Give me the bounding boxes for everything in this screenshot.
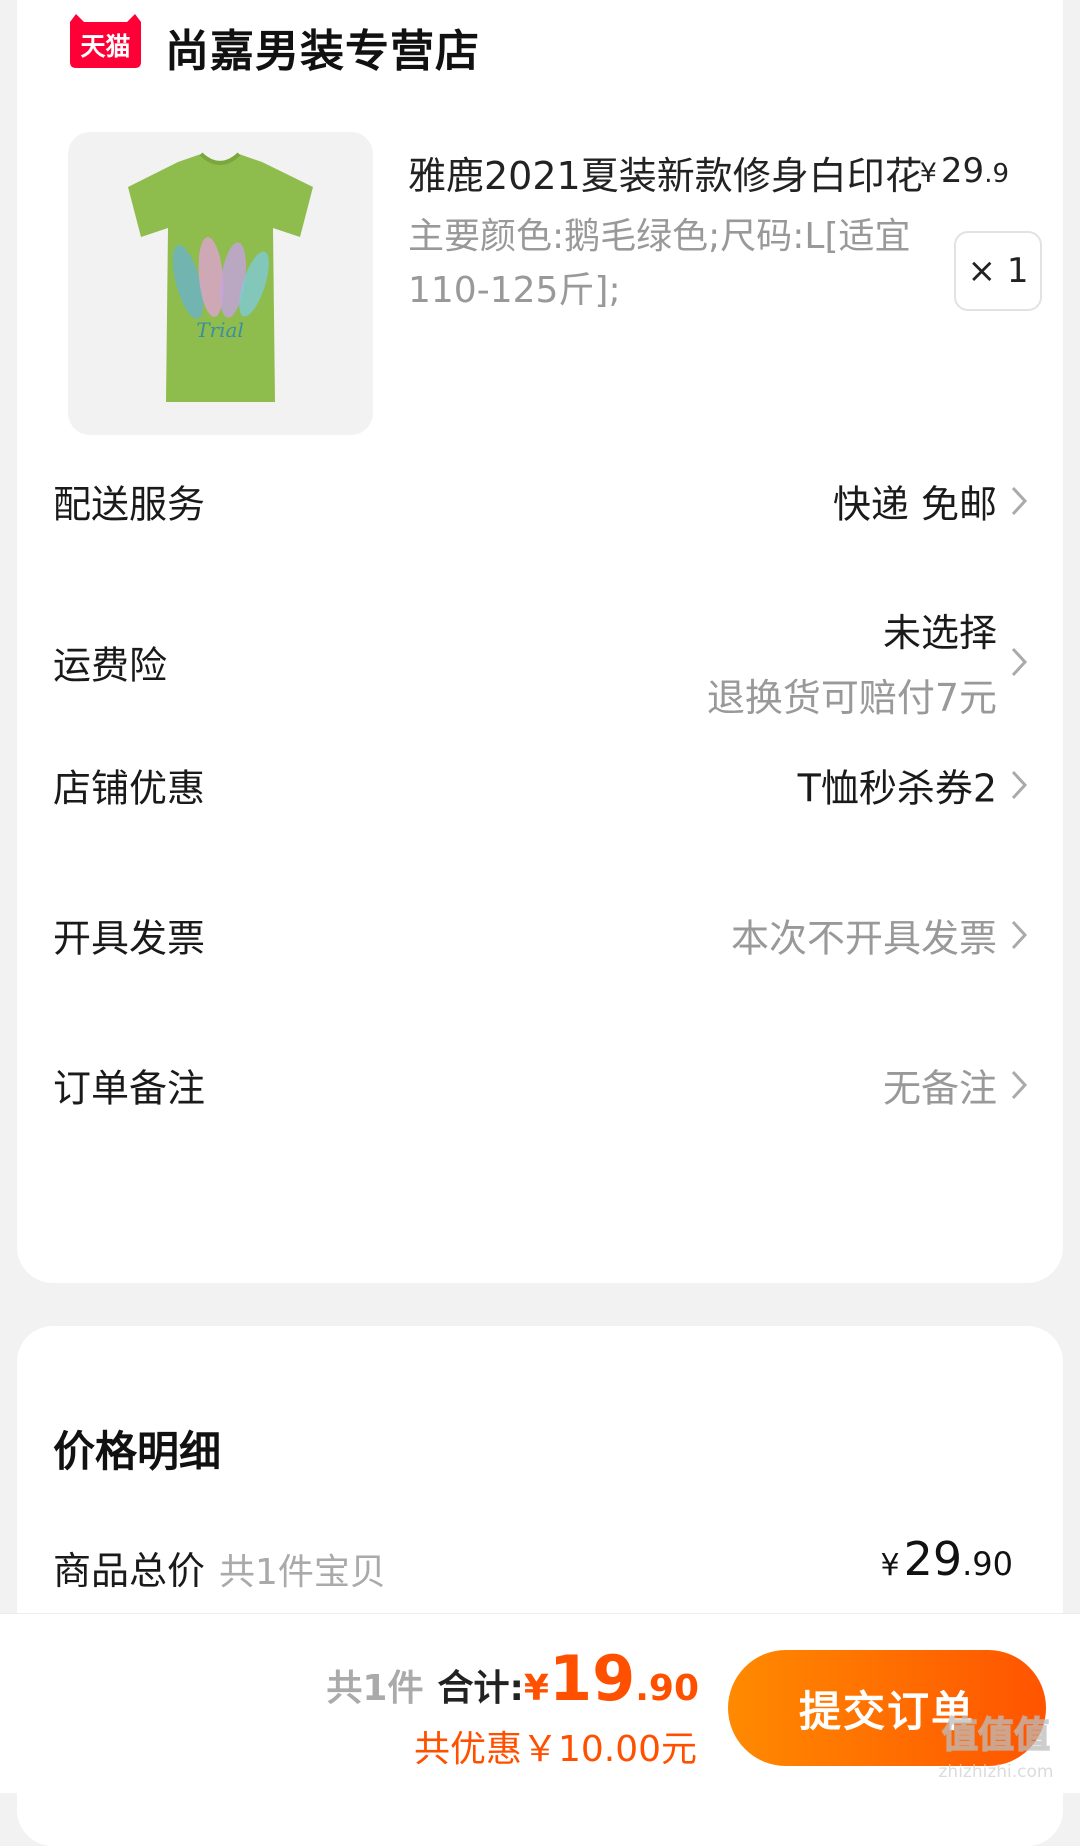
checkout-bar: 共1件 合计:¥19.90 共优惠￥10.00元 提交订单 值值值 zhizhiz…: [0, 1613, 1080, 1793]
shop-name[interactable]: 尚嘉男装专营店: [165, 15, 480, 79]
row-value: 本次不开具发票: [730, 916, 997, 961]
goods-total-label: 商品总价 共1件宝贝: [53, 1540, 386, 1595]
goods-total-value: ¥29.90: [880, 1532, 1013, 1586]
item-count: 共1件: [326, 1668, 424, 1709]
row-label: 运费险: [53, 643, 168, 688]
currency-symbol: ¥: [919, 158, 937, 189]
row-invoice[interactable]: 开具发票 本次不开具发票: [17, 895, 1063, 975]
chevron-right-icon: [1011, 486, 1028, 516]
svg-text:Trial: Trial: [196, 318, 244, 342]
order-card: 天猫 尚嘉男装专营店 Trial 雅鹿2021夏装新款修身白印花 ¥29.9 主…: [17, 0, 1063, 1283]
order-total: 共1件 合计:¥19.90: [326, 1642, 699, 1715]
price-detail-heading: 价格明细: [53, 1427, 222, 1476]
chevron-right-icon: [1011, 1070, 1028, 1100]
product-image[interactable]: Trial: [68, 132, 373, 435]
row-label: 店铺优惠: [53, 766, 206, 811]
row-value-main: 未选择: [882, 611, 997, 655]
chevron-right-icon: [1011, 770, 1028, 800]
price-integer: 29: [940, 151, 985, 191]
row-delivery[interactable]: 配送服务 快递 免邮: [17, 461, 1063, 541]
sum-integer: 19: [548, 1642, 636, 1715]
tmall-logo-text: 天猫: [80, 32, 130, 61]
row-order-note[interactable]: 订单备注 无备注: [17, 1045, 1063, 1125]
row-value: T恤秒杀券2: [797, 766, 997, 811]
row-shipping-insurance[interactable]: 运费险 未选择 退换货可赔付7元: [17, 602, 1063, 722]
currency-symbol: ¥: [523, 1668, 549, 1709]
row-shop-coupon[interactable]: 店铺优惠 T恤秒杀券2: [17, 745, 1063, 825]
sum-amount: ¥19.90: [524, 1642, 699, 1715]
total-decimal: .90: [962, 1545, 1013, 1583]
quantity-stepper[interactable]: × 1: [954, 231, 1042, 311]
row-value-sub: 退换货可赔付7元: [706, 676, 997, 720]
product-title[interactable]: 雅鹿2021夏装新款修身白印花: [408, 145, 948, 200]
row-value: 快递 免邮: [832, 482, 997, 527]
sum-label: 合计:: [437, 1668, 524, 1709]
discount-total: 共优惠￥10.00元: [413, 1729, 697, 1770]
submit-order-button[interactable]: 提交订单: [728, 1650, 1046, 1766]
goods-total-title: 商品总价: [53, 1549, 206, 1593]
currency-symbol: ¥: [880, 1548, 900, 1583]
product-price: ¥29.9: [920, 151, 1009, 191]
chevron-right-icon: [1011, 920, 1028, 950]
row-value: 无备注: [882, 1066, 997, 1111]
green-tshirt-icon: Trial: [128, 152, 313, 402]
sum-decimal: .90: [635, 1668, 699, 1709]
row-value: 未选择 退换货可赔付7元: [707, 602, 997, 722]
product-spec[interactable]: 主要颜色:鹅毛绿色;尺码:L[适宜110-125斤];: [408, 210, 928, 318]
row-label: 订单备注: [53, 1066, 206, 1111]
price-decimal: .9: [984, 159, 1009, 189]
total-integer: 29: [903, 1532, 963, 1586]
goods-count: 共1件宝贝: [219, 1552, 386, 1593]
row-label: 开具发票: [53, 916, 206, 961]
tmall-logo-icon: 天猫: [70, 14, 141, 68]
row-label: 配送服务: [53, 482, 206, 527]
chevron-right-icon: [1011, 647, 1028, 677]
